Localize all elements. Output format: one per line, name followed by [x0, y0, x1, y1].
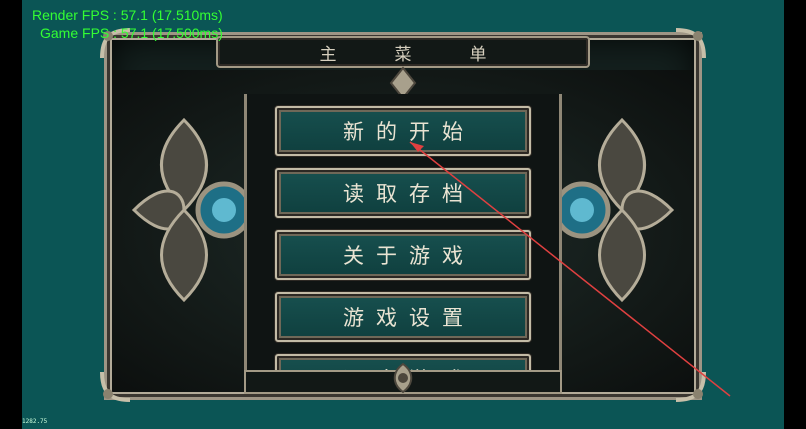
corner-ornament-bottom-left-icon [100, 371, 131, 402]
left-fleur-ornament-icon [131, 117, 244, 303]
game-fps-readout: Game FPS : 57.1 (17.500ms) [40, 25, 223, 41]
menu-title: 主菜单 [216, 36, 590, 68]
menu-button-column: 新的开始 读取存档 关于游戏 游戏设置 退出游戏 [244, 94, 562, 376]
bottom-crest-ornament-icon [393, 362, 413, 394]
about-game-button[interactable]: 关于游戏 [275, 230, 531, 280]
right-fleur-ornament-icon [562, 117, 675, 303]
corner-debug-text: 1282.75 [22, 418, 48, 425]
corner-ornament-bottom-right-icon [675, 371, 706, 402]
right-letterbox [784, 0, 806, 429]
render-fps-readout: Render FPS : 57.1 (17.510ms) [32, 7, 223, 23]
game-settings-button[interactable]: 游戏设置 [275, 292, 531, 342]
corner-ornament-top-right-icon [675, 28, 706, 59]
new-game-button[interactable]: 新的开始 [275, 106, 531, 156]
left-letterbox [0, 0, 22, 429]
load-save-button[interactable]: 读取存档 [275, 168, 531, 218]
